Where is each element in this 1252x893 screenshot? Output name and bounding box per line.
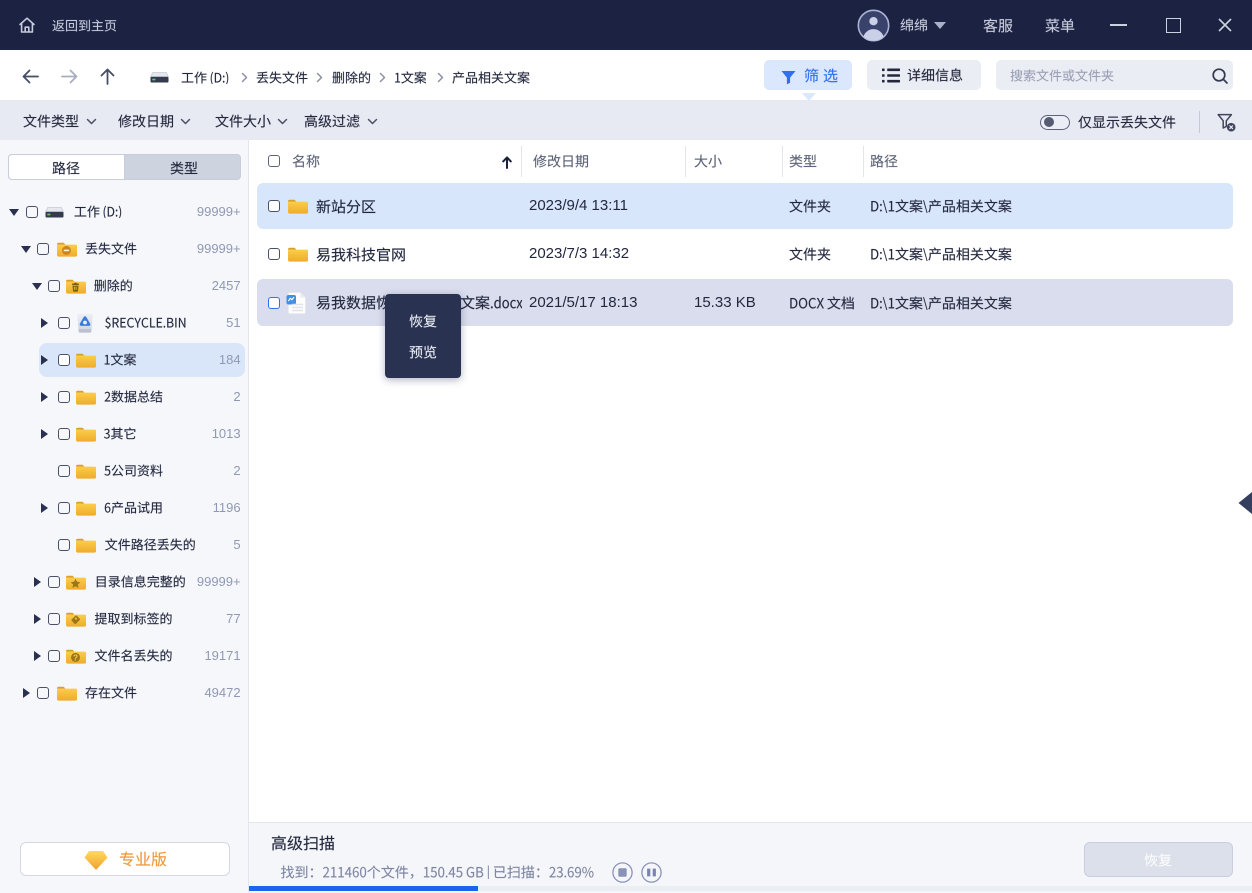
svg-text:?: ? xyxy=(73,653,78,662)
